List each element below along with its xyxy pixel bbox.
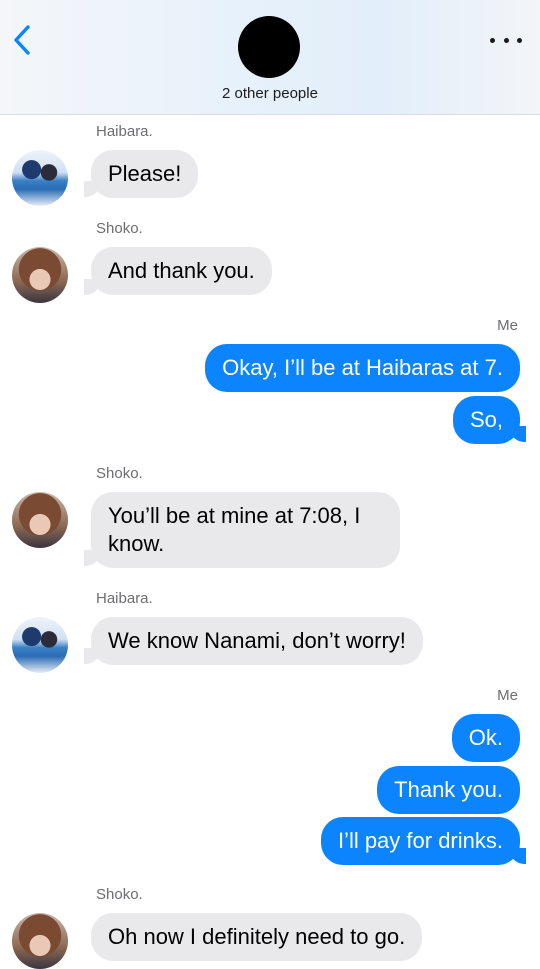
message-line: You’ll be at mine at 7:08, I bbox=[108, 503, 361, 528]
ellipsis-dot bbox=[517, 37, 522, 43]
sender-name: Shoko. bbox=[96, 886, 143, 903]
message-bubble-incoming[interactable]: Oh now I definitely need to go. bbox=[91, 913, 423, 961]
conversation-header: 2 other people bbox=[0, 0, 540, 115]
more-options-button[interactable] bbox=[490, 30, 522, 50]
message-bubble-outgoing[interactable]: Ok. bbox=[451, 714, 520, 762]
message-bubble-incoming[interactable]: You’ll be at mine at 7:08, I know. bbox=[91, 492, 400, 568]
message-bubble-incoming[interactable]: We know Nanami, don’t worry! bbox=[91, 617, 423, 665]
participants-label[interactable]: 2 other people bbox=[0, 85, 540, 102]
back-button[interactable] bbox=[8, 22, 36, 58]
ellipsis-dot bbox=[503, 37, 509, 43]
sender-name: Shoko. bbox=[96, 465, 143, 482]
avatar-haibara[interactable] bbox=[12, 150, 68, 206]
sender-name: Haibara. bbox=[96, 123, 153, 140]
chevron-left-icon bbox=[14, 25, 30, 55]
avatar-shoko[interactable] bbox=[12, 913, 68, 969]
sender-name: Me bbox=[497, 317, 518, 334]
ellipsis-icon bbox=[490, 37, 495, 43]
message-line: know. bbox=[108, 531, 165, 556]
avatar-shoko[interactable] bbox=[12, 492, 68, 548]
message-bubble-outgoing[interactable]: I’ll pay for drinks. bbox=[320, 817, 520, 865]
sender-name: Haibara. bbox=[96, 590, 153, 607]
avatar-haibara[interactable] bbox=[12, 617, 68, 673]
message-bubble-incoming[interactable]: And thank you. bbox=[91, 247, 272, 295]
message-bubble-outgoing[interactable]: Thank you. bbox=[377, 766, 520, 814]
sender-name: Me bbox=[497, 687, 518, 704]
avatar-shoko[interactable] bbox=[12, 247, 68, 303]
message-bubble-outgoing[interactable]: So, bbox=[452, 396, 520, 444]
message-bubble-outgoing[interactable]: Okay, I’ll be at Haibaras at 7. bbox=[205, 344, 520, 392]
sender-name: Shoko. bbox=[96, 220, 143, 237]
group-avatar[interactable] bbox=[238, 16, 300, 78]
message-bubble-incoming[interactable]: Please! bbox=[91, 150, 199, 198]
